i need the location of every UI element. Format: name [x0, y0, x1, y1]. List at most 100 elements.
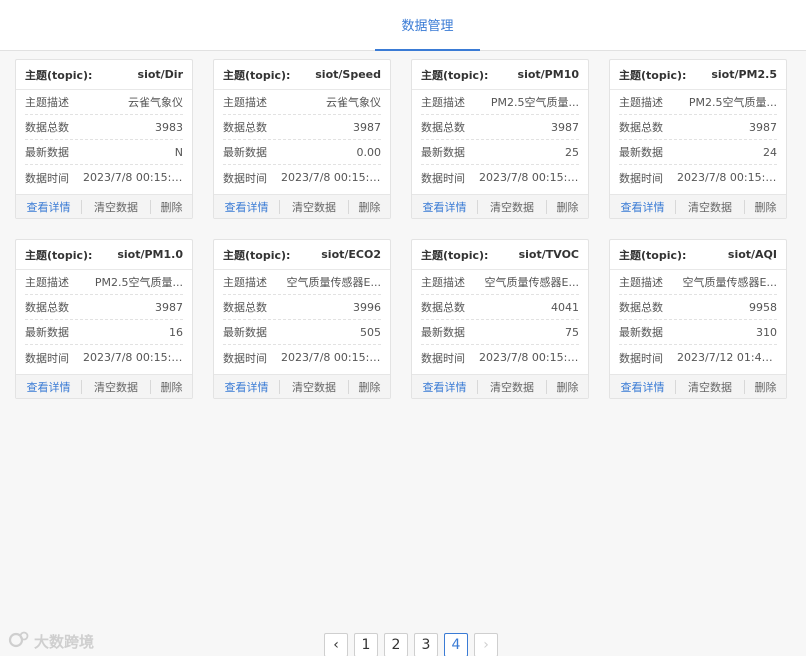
clear-data-button[interactable]: 清空数据 — [675, 379, 745, 394]
view-details-link[interactable]: 查看详情 — [16, 380, 81, 394]
card-actions: 查看详情 清空数据 删除 — [412, 194, 588, 218]
time-value: 2023/7/8 00:15:23 — [83, 351, 183, 364]
total-value: 3987 — [551, 120, 579, 134]
time-value: 2023/7/8 00:15:23 — [677, 171, 777, 184]
delete-button[interactable]: 删除 — [349, 380, 390, 394]
topic-name: siot/Speed — [315, 68, 381, 81]
desc-label: 主题描述 — [25, 276, 69, 289]
next-page-button[interactable]: › — [474, 633, 498, 656]
page-4-button-current[interactable]: 4 — [444, 633, 468, 656]
tab-data-management[interactable]: 数据管理 — [375, 0, 480, 51]
card-actions: 查看详情 清空数据 删除 — [412, 374, 588, 398]
time-label: 数据时间 — [619, 351, 663, 365]
card-actions: 查看详情 清空数据 删除 — [214, 374, 390, 398]
desc-value: 云雀气象仪 — [326, 96, 381, 109]
view-details-link[interactable]: 查看详情 — [412, 380, 477, 394]
topic-card: 主题(topic): siot/AQI 主题描述 空气质量传感器E... 数据总数… — [609, 239, 787, 399]
desc-value: 云雀气象仪 — [128, 96, 183, 109]
latest-value: 24 — [763, 145, 777, 159]
time-label: 数据时间 — [25, 351, 69, 365]
delete-button[interactable]: 删除 — [151, 200, 192, 214]
total-label: 数据总数 — [25, 301, 69, 314]
view-details-link[interactable]: 查看详情 — [214, 380, 279, 394]
topic-name: siot/PM10 — [517, 68, 579, 81]
topic-label: 主题(topic): — [25, 68, 93, 82]
page-3-button[interactable]: 3 — [414, 633, 438, 656]
latest-label: 最新数据 — [223, 326, 267, 339]
view-details-link[interactable]: 查看详情 — [412, 200, 477, 214]
card-header: 主题(topic): siot/TVOC — [412, 240, 588, 270]
total-label: 数据总数 — [421, 301, 465, 314]
latest-value: 75 — [565, 325, 579, 339]
card-actions: 查看详情 清空数据 删除 — [610, 374, 786, 398]
delete-button[interactable]: 删除 — [547, 200, 588, 214]
topic-card: 主题(topic): siot/Speed 主题描述 云雀气象仪 数据总数 3987… — [213, 59, 391, 219]
delete-button[interactable]: 删除 — [151, 380, 192, 394]
time-value: 2023/7/8 00:15:23 — [479, 171, 579, 184]
desc-label: 主题描述 — [223, 276, 267, 289]
desc-value: PM2.5空气质量... — [490, 96, 579, 109]
view-details-link[interactable]: 查看详情 — [16, 200, 81, 214]
card-actions: 查看详情 清空数据 删除 — [214, 194, 390, 218]
desc-label: 主题描述 — [619, 96, 663, 109]
clear-data-button[interactable]: 清空数据 — [279, 379, 349, 394]
total-row: 数据总数 3987 — [421, 115, 579, 140]
clear-data-button[interactable]: 清空数据 — [81, 199, 151, 214]
time-row: 数据时间 2023/7/8 00:15:23 — [223, 345, 381, 370]
page-1-button[interactable]: 1 — [354, 633, 378, 656]
clear-data-button[interactable]: 清空数据 — [477, 199, 547, 214]
card-header: 主题(topic): siot/Dir — [16, 60, 192, 90]
time-row: 数据时间 2023/7/8 00:15:23 — [619, 165, 777, 190]
time-label: 数据时间 — [421, 351, 465, 365]
total-row: 数据总数 3987 — [619, 115, 777, 140]
topic-name: siot/AQI — [727, 248, 777, 261]
latest-value: 505 — [360, 325, 381, 339]
card-header: 主题(topic): siot/ECO2 — [214, 240, 390, 270]
desc-value: 空气质量传感器E... — [682, 276, 777, 289]
total-row: 数据总数 3983 — [25, 115, 183, 140]
latest-row: 最新数据 310 — [619, 320, 777, 345]
time-label: 数据时间 — [619, 171, 663, 185]
view-details-link[interactable]: 查看详情 — [610, 200, 675, 214]
total-value: 3987 — [749, 120, 777, 134]
topic-name: siot/TVOC — [518, 248, 579, 261]
clear-data-button[interactable]: 清空数据 — [477, 379, 547, 394]
prev-page-button[interactable]: ‹ — [324, 633, 348, 656]
latest-value: 310 — [756, 325, 777, 339]
total-value: 3987 — [155, 300, 183, 314]
time-row: 数据时间 2023/7/8 00:15:23 — [25, 165, 183, 190]
desc-value: PM2.5空气质量... — [94, 276, 183, 289]
card-header: 主题(topic): siot/PM2.5 — [610, 60, 786, 90]
clear-data-button[interactable]: 清空数据 — [675, 199, 745, 214]
topic-label: 主题(topic): — [421, 248, 489, 262]
total-value: 9958 — [749, 300, 777, 314]
latest-label: 最新数据 — [25, 146, 69, 159]
time-value: 2023/7/8 00:15:23 — [281, 351, 381, 364]
pagination: ‹ 1 2 3 4 › — [324, 633, 498, 656]
delete-button[interactable]: 删除 — [349, 200, 390, 214]
topic-name: siot/PM1.0 — [117, 248, 183, 261]
latest-label: 最新数据 — [421, 326, 465, 339]
clear-data-button[interactable]: 清空数据 — [81, 379, 151, 394]
total-value: 3996 — [353, 300, 381, 314]
clear-data-button[interactable]: 清空数据 — [279, 199, 349, 214]
latest-label: 最新数据 — [25, 326, 69, 339]
delete-button[interactable]: 删除 — [745, 200, 786, 214]
delete-button[interactable]: 删除 — [745, 380, 786, 394]
topic-name: siot/ECO2 — [321, 248, 381, 261]
time-row: 数据时间 2023/7/8 00:15:23 — [421, 165, 579, 190]
delete-button[interactable]: 删除 — [547, 380, 588, 394]
latest-value: 0.00 — [356, 145, 382, 159]
page-2-button[interactable]: 2 — [384, 633, 408, 656]
time-row: 数据时间 2023/7/12 01:41:38 — [619, 345, 777, 370]
card-actions: 查看详情 清空数据 删除 — [16, 374, 192, 398]
time-label: 数据时间 — [223, 351, 267, 365]
view-details-link[interactable]: 查看详情 — [214, 200, 279, 214]
total-row: 数据总数 3987 — [25, 295, 183, 320]
latest-label: 最新数据 — [223, 146, 267, 159]
watermark-text: 大数跨境 — [34, 632, 95, 651]
total-row: 数据总数 3987 — [223, 115, 381, 140]
desc-value: 空气质量传感器E... — [484, 276, 579, 289]
time-label: 数据时间 — [25, 171, 69, 185]
view-details-link[interactable]: 查看详情 — [610, 380, 675, 394]
